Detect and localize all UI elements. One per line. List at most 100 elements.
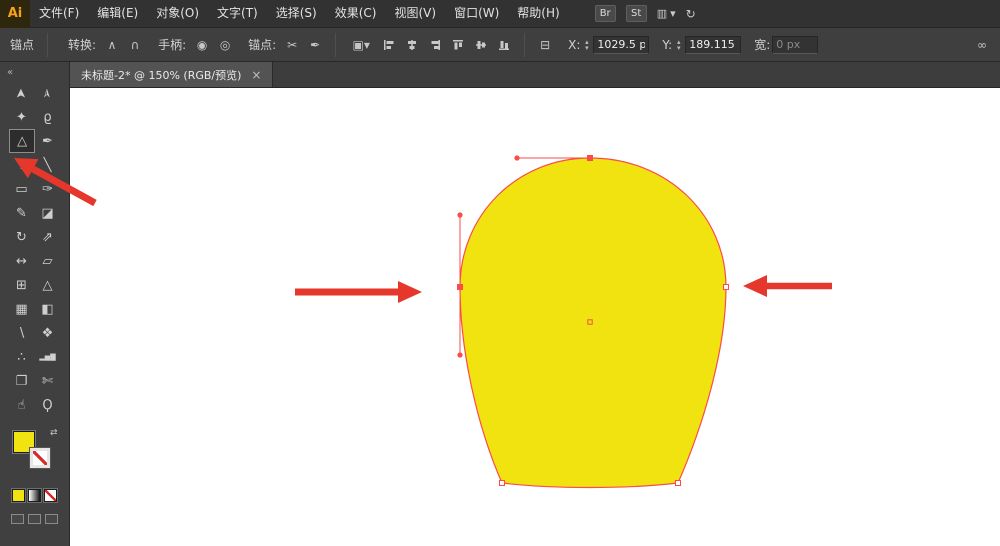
y-stepper[interactable]: ▴ ▾	[674, 39, 683, 51]
cut-path-button[interactable]: ✂	[282, 35, 302, 55]
blend-tool[interactable]: ❖	[35, 321, 61, 345]
swap-fill-stroke-icon[interactable]: ⇄	[50, 428, 58, 438]
mesh-tool[interactable]: ▦	[9, 297, 35, 321]
menu-effect[interactable]: 效果(C)	[326, 0, 386, 27]
workspace-switcher[interactable]: ▥ ▾	[657, 7, 676, 20]
anchor-left-selected[interactable]	[458, 285, 463, 290]
direct-selection-tool-icon: ▷	[14, 136, 29, 146]
corner-widget-button[interactable]: ▣ ▾	[346, 35, 376, 55]
divider	[335, 33, 336, 57]
align-right-button[interactable]	[425, 35, 445, 55]
shape-builder-tool-icon: ⊞	[16, 278, 27, 293]
shape-builder-tool[interactable]: ⊞	[9, 273, 35, 297]
eraser-tool-icon: ◪	[41, 206, 53, 221]
menu-file[interactable]: 文件(F)	[30, 0, 88, 27]
vertical-align-center-button[interactable]	[471, 35, 491, 55]
anchor-top[interactable]	[588, 156, 593, 161]
draw-normal-button[interactable]	[11, 514, 24, 524]
lasso-tool[interactable]: ϱ	[35, 105, 61, 129]
menu-view[interactable]: 视图(V)	[385, 0, 445, 27]
x-stepper[interactable]: ▴ ▾	[582, 39, 591, 51]
free-transform-tool[interactable]: ▱	[35, 249, 61, 273]
eyedropper-tool[interactable]: ∖	[9, 321, 35, 345]
direct-selection-tool[interactable]: ▷	[9, 129, 35, 153]
pen-tool-icon: ✒	[42, 134, 53, 149]
convert-to-corner-button[interactable]: ∧	[102, 35, 122, 55]
none-button[interactable]	[44, 489, 57, 502]
align-left-button[interactable]	[379, 35, 399, 55]
gradient-button[interactable]	[28, 489, 41, 502]
handle-endpoint-left-down[interactable]	[457, 352, 462, 357]
handle-endpoint-left-up[interactable]	[457, 212, 462, 217]
y-label: Y:	[662, 38, 672, 52]
show-handles-button[interactable]: ◉	[192, 35, 212, 55]
group-selection-tool[interactable]: ➢	[35, 81, 61, 105]
menu-type[interactable]: 文字(T)	[208, 0, 267, 27]
color-button[interactable]	[12, 489, 25, 502]
share-icon[interactable]: ↻	[686, 7, 696, 21]
selection-tool[interactable]: ➤	[9, 81, 35, 105]
pencil-tool[interactable]: ✎	[9, 201, 35, 225]
link-button[interactable]: ∞	[972, 35, 992, 55]
zoom-tool[interactable]: Ϙ	[35, 393, 61, 417]
scale-tool[interactable]: ⇗	[35, 225, 61, 249]
draw-behind-button[interactable]	[28, 514, 41, 524]
width-tool[interactable]: ↔	[9, 249, 35, 273]
stroke-none-swatch[interactable]	[29, 447, 51, 469]
line-segment-tool[interactable]: ╲	[35, 153, 61, 177]
vertical-align-top-button[interactable]	[448, 35, 468, 55]
rotate-tool[interactable]: ↻	[9, 225, 35, 249]
width-input[interactable]	[772, 36, 818, 54]
menu-object[interactable]: 对象(O)	[147, 0, 208, 27]
stock-button[interactable]: St	[626, 5, 647, 22]
paintbrush-tool-icon: ✑	[42, 182, 53, 197]
reference-point-button[interactable]: ⊟	[535, 35, 555, 55]
x-input[interactable]	[593, 36, 649, 54]
perspective-grid-tool[interactable]: △	[35, 273, 61, 297]
anchor-bottom-left[interactable]	[500, 481, 505, 486]
shape-path[interactable]	[460, 158, 726, 488]
align-center-horizontal-button[interactable]	[402, 35, 422, 55]
column-graph-tool[interactable]: ▂▅▇	[35, 345, 61, 369]
eraser-tool[interactable]: ◪	[35, 201, 61, 225]
divider	[47, 33, 48, 57]
type-tool[interactable]: T	[9, 153, 35, 177]
align-left-icon	[383, 39, 395, 51]
vertical-align-bottom-icon	[498, 39, 510, 51]
slice-tool[interactable]: ✄	[35, 369, 61, 393]
handle-endpoint-top[interactable]	[514, 155, 519, 160]
convert-to-smooth-button[interactable]: ∩	[125, 35, 145, 55]
magic-wand-tool[interactable]: ✦	[9, 105, 35, 129]
menu-edit[interactable]: 编辑(E)	[88, 0, 147, 27]
collapse-panel-button[interactable]: «	[0, 62, 20, 81]
anchor-bottom-right[interactable]	[676, 481, 681, 486]
gradient-tool[interactable]: ◧	[35, 297, 61, 321]
convert-label: 转换:	[68, 36, 96, 53]
selection-tool-icon: ➤	[14, 88, 29, 99]
draw-inside-button[interactable]	[45, 514, 58, 524]
menu-help[interactable]: 帮助(H)	[508, 0, 568, 27]
y-input[interactable]	[685, 36, 741, 54]
canvas[interactable]	[70, 88, 1000, 546]
close-tab-icon[interactable]: ×	[251, 68, 261, 82]
magic-wand-tool-icon: ✦	[16, 110, 27, 125]
hide-handles-button[interactable]: ◎	[215, 35, 235, 55]
pen-tool[interactable]: ✒	[35, 129, 61, 153]
pencil-tool-icon: ✎	[16, 206, 27, 221]
vertical-align-bottom-button[interactable]	[494, 35, 514, 55]
remove-anchor-button[interactable]: ✒	[305, 35, 325, 55]
artboard-tool[interactable]: ❐	[9, 369, 35, 393]
control-bar: 锚点 转换: ∧ ∩ 手柄: ◉ ◎ 锚点: ✂ ✒ ▣ ▾	[0, 28, 1000, 62]
bridge-button[interactable]: Br	[595, 5, 616, 22]
menu-window[interactable]: 窗口(W)	[445, 0, 508, 27]
rectangle-tool[interactable]: ▭	[9, 177, 35, 201]
width-tool-icon: ↔	[16, 254, 27, 269]
hand-tool[interactable]: ☝	[9, 393, 35, 417]
gradient-tool-icon: ◧	[41, 302, 53, 317]
menu-select[interactable]: 选择(S)	[267, 0, 326, 27]
paintbrush-tool[interactable]: ✑	[35, 177, 61, 201]
symbol-sprayer-tool[interactable]: ∴	[9, 345, 35, 369]
anchor-right[interactable]	[724, 285, 729, 290]
document-tab[interactable]: 未标题-2* @ 150% (RGB/预览) ×	[70, 62, 273, 87]
app-logo[interactable]: Ai	[0, 0, 30, 28]
